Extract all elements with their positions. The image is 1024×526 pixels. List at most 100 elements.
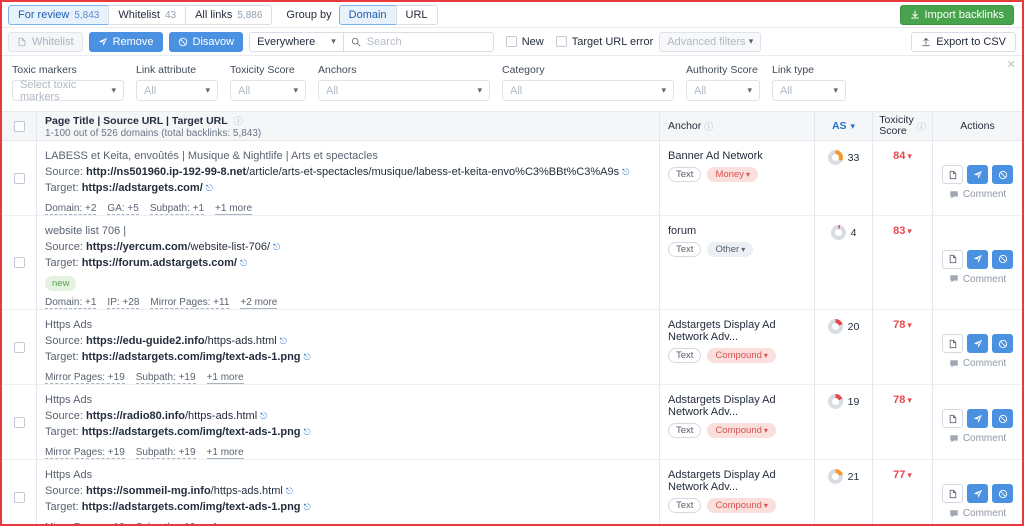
- search-box[interactable]: Search: [343, 31, 494, 52]
- filter-select[interactable]: All ▾: [136, 80, 218, 101]
- marker-chip-more[interactable]: +2 more: [240, 297, 278, 309]
- external-link-icon[interactable]: ⎋: [304, 352, 311, 362]
- disavow-row-button[interactable]: [992, 334, 1013, 353]
- whitelist-row-button[interactable]: [942, 409, 963, 428]
- toxicity-score[interactable]: 78 ▾: [893, 319, 912, 331]
- row-anchor-cell: Adstargets Display Ad Network Adv... Text…: [659, 460, 814, 524]
- external-link-icon[interactable]: ⎋: [240, 258, 247, 268]
- comment-action[interactable]: Comment: [949, 189, 1006, 200]
- external-link-icon[interactable]: ⎋: [206, 183, 213, 193]
- toxicity-score[interactable]: 84 ▾: [893, 150, 912, 162]
- import-backlinks-button[interactable]: Import backlinks: [899, 4, 1014, 25]
- filter-target-url-error-checkbox[interactable]: Target URL error: [555, 36, 653, 48]
- filter-select[interactable]: All ▾: [318, 80, 490, 101]
- marker-chip[interactable]: Mirror Pages: +19: [45, 447, 125, 459]
- status-tab[interactable]: All links 5,886: [185, 4, 273, 25]
- comment-action[interactable]: Comment: [949, 358, 1006, 369]
- disavow-row-button[interactable]: [992, 409, 1013, 428]
- external-link-icon[interactable]: ⎋: [622, 167, 629, 177]
- comment-action[interactable]: Comment: [949, 433, 1006, 444]
- filter-new-checkbox[interactable]: New: [505, 36, 544, 48]
- status-tab[interactable]: Whitelist 43: [108, 4, 187, 25]
- group-by-option[interactable]: Domain: [338, 4, 397, 25]
- anchor-tag[interactable]: Compound ▾: [707, 348, 776, 363]
- search-input[interactable]: Search: [367, 36, 402, 48]
- external-link-icon[interactable]: ⎋: [304, 427, 311, 437]
- filter-select[interactable]: All ▾: [230, 80, 306, 101]
- anchor-tag[interactable]: Compound ▾: [707, 423, 776, 438]
- close-icon[interactable]: ✕: [1007, 60, 1016, 71]
- filter-label: Authority Score: [686, 64, 758, 76]
- remove-row-button[interactable]: [967, 165, 988, 184]
- group-by-option[interactable]: URL: [395, 4, 438, 25]
- search-scope-select[interactable]: Everywhere ▾: [249, 31, 344, 52]
- marker-chip[interactable]: Subpath: +19: [135, 372, 196, 384]
- select-all-checkbox[interactable]: [13, 120, 25, 132]
- remove-button[interactable]: Remove: [88, 31, 163, 52]
- row-select-checkbox[interactable]: [13, 341, 25, 353]
- export-to-csv-button[interactable]: Export to CSV: [911, 31, 1016, 52]
- authority-score: 33: [827, 150, 859, 165]
- marker-chip-more[interactable]: +1 more: [206, 447, 244, 459]
- external-link-icon[interactable]: ⎋: [273, 242, 280, 252]
- info-icon[interactable]: ⓘ: [704, 120, 713, 133]
- row-select-checkbox[interactable]: [13, 257, 25, 268]
- row-select-checkbox[interactable]: [13, 416, 25, 428]
- filter-select[interactable]: Select toxic markers ▾: [12, 79, 124, 103]
- whitelist-row-button[interactable]: [942, 165, 963, 184]
- marker-chip[interactable]: Mirror Pages: +19: [45, 372, 125, 384]
- marker-chip[interactable]: GA: +5: [107, 203, 139, 215]
- marker-chip[interactable]: Mirror Pages: +19: [45, 522, 125, 524]
- row-actions-cell: Comment: [932, 460, 1022, 524]
- anchor-tag[interactable]: Other ▾: [707, 242, 754, 257]
- whitelist-row-button[interactable]: [942, 334, 963, 353]
- remove-row-button[interactable]: [967, 334, 988, 353]
- info-icon[interactable]: ⓘ: [234, 116, 243, 126]
- disavow-row-button[interactable]: [992, 249, 1013, 269]
- advanced-filters-select[interactable]: Advanced filters ▾: [659, 31, 762, 52]
- anchor-tag[interactable]: Money ▾: [707, 167, 758, 182]
- disavow-row-button[interactable]: [992, 484, 1013, 503]
- external-link-icon[interactable]: ⎋: [260, 411, 267, 421]
- marker-chip[interactable]: Domain: +1: [45, 297, 97, 309]
- toxicity-score[interactable]: 83 ▾: [893, 225, 912, 237]
- checkbox-box[interactable]: [555, 36, 567, 47]
- external-link-icon[interactable]: ⎋: [304, 502, 311, 512]
- whitelist-button[interactable]: Whitelist: [8, 31, 83, 52]
- marker-chip[interactable]: Subpath: +19: [135, 447, 196, 459]
- marker-chip-more[interactable]: +1 more: [206, 372, 244, 384]
- whitelist-row-button[interactable]: [942, 249, 963, 269]
- toxicity-score[interactable]: 78 ▾: [893, 394, 912, 406]
- filter-select[interactable]: All ▾: [502, 80, 674, 101]
- comment-action[interactable]: Comment: [949, 508, 1006, 519]
- remove-row-button[interactable]: [967, 484, 988, 503]
- marker-chip-more[interactable]: +1 more: [207, 522, 244, 524]
- row-select-checkbox[interactable]: [13, 172, 25, 184]
- marker-chip[interactable]: Subpath: +19: [136, 522, 196, 524]
- row-select-checkbox[interactable]: [13, 491, 25, 503]
- remove-row-button[interactable]: [967, 409, 988, 428]
- filter-select[interactable]: All ▾: [772, 80, 846, 101]
- remove-row-button[interactable]: [967, 249, 988, 269]
- external-link-icon[interactable]: ⎋: [286, 486, 293, 496]
- filter-label: Toxicity Score: [230, 64, 295, 76]
- marker-chip-more[interactable]: +1 more: [215, 203, 253, 215]
- header-as-cell[interactable]: AS ▾: [814, 112, 872, 140]
- marker-chip[interactable]: IP: +28: [107, 297, 140, 309]
- filter-select[interactable]: All ▾: [686, 80, 760, 101]
- header-toxicity-cell[interactable]: Toxicity Score ⓘ: [872, 112, 932, 140]
- whitelist-row-button[interactable]: [942, 484, 963, 503]
- comment-action[interactable]: Comment: [949, 274, 1006, 285]
- disavow-row-button[interactable]: [992, 165, 1013, 184]
- marker-chip[interactable]: Domain: +2: [45, 203, 97, 215]
- toxicity-score[interactable]: 77 ▾: [893, 469, 912, 481]
- info-icon[interactable]: ⓘ: [917, 120, 926, 133]
- anchor-tag[interactable]: Compound ▾: [707, 498, 776, 513]
- marker-chip[interactable]: Mirror Pages: +11: [150, 297, 230, 309]
- marker-chip[interactable]: Subpath: +1: [149, 203, 205, 215]
- external-link-icon[interactable]: ⎋: [280, 336, 287, 346]
- target-path: /: [199, 182, 203, 194]
- status-tab[interactable]: For review 5,843: [8, 4, 110, 25]
- checkbox-box[interactable]: [505, 36, 517, 47]
- disavow-button[interactable]: Disavow: [168, 31, 244, 52]
